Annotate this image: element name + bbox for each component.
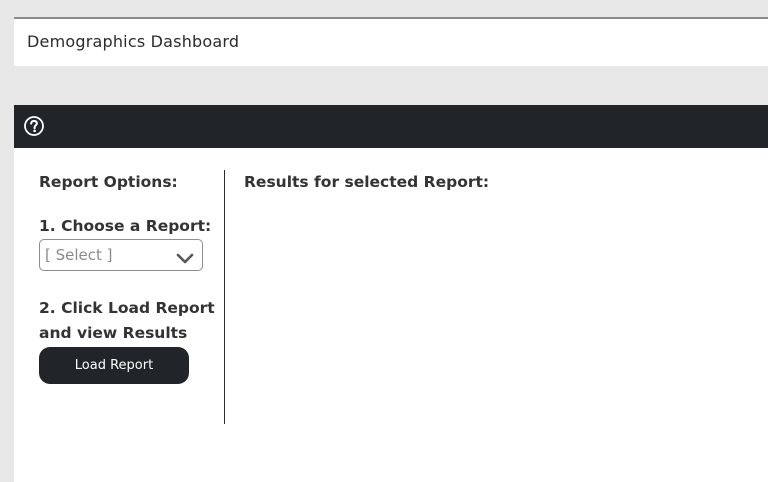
- question-circle-icon[interactable]: [24, 116, 44, 136]
- load-report-instructions-line1: 2. Click Load Report: [39, 299, 215, 317]
- report-select[interactable]: [ Select ]: [39, 239, 203, 271]
- page-header: Demographics Dashboard: [14, 19, 768, 66]
- report-options-title: Report Options:: [39, 173, 178, 191]
- chevron-down-icon: [176, 250, 194, 264]
- load-report-instructions: 2. Click Load Report and view Results: [39, 296, 219, 346]
- column-divider: [224, 170, 225, 424]
- report-panel: Report Options: 1. Choose a Report: [ Se…: [14, 148, 768, 482]
- page-title: Demographics Dashboard: [27, 32, 240, 51]
- choose-report-label: 1. Choose a Report:: [39, 217, 212, 235]
- toolbar: [14, 105, 768, 148]
- load-report-button[interactable]: Load Report: [39, 347, 189, 384]
- report-select-value: [ Select ]: [45, 246, 113, 264]
- results-title: Results for selected Report:: [244, 173, 490, 191]
- load-report-instructions-line2: and view Results: [39, 324, 188, 342]
